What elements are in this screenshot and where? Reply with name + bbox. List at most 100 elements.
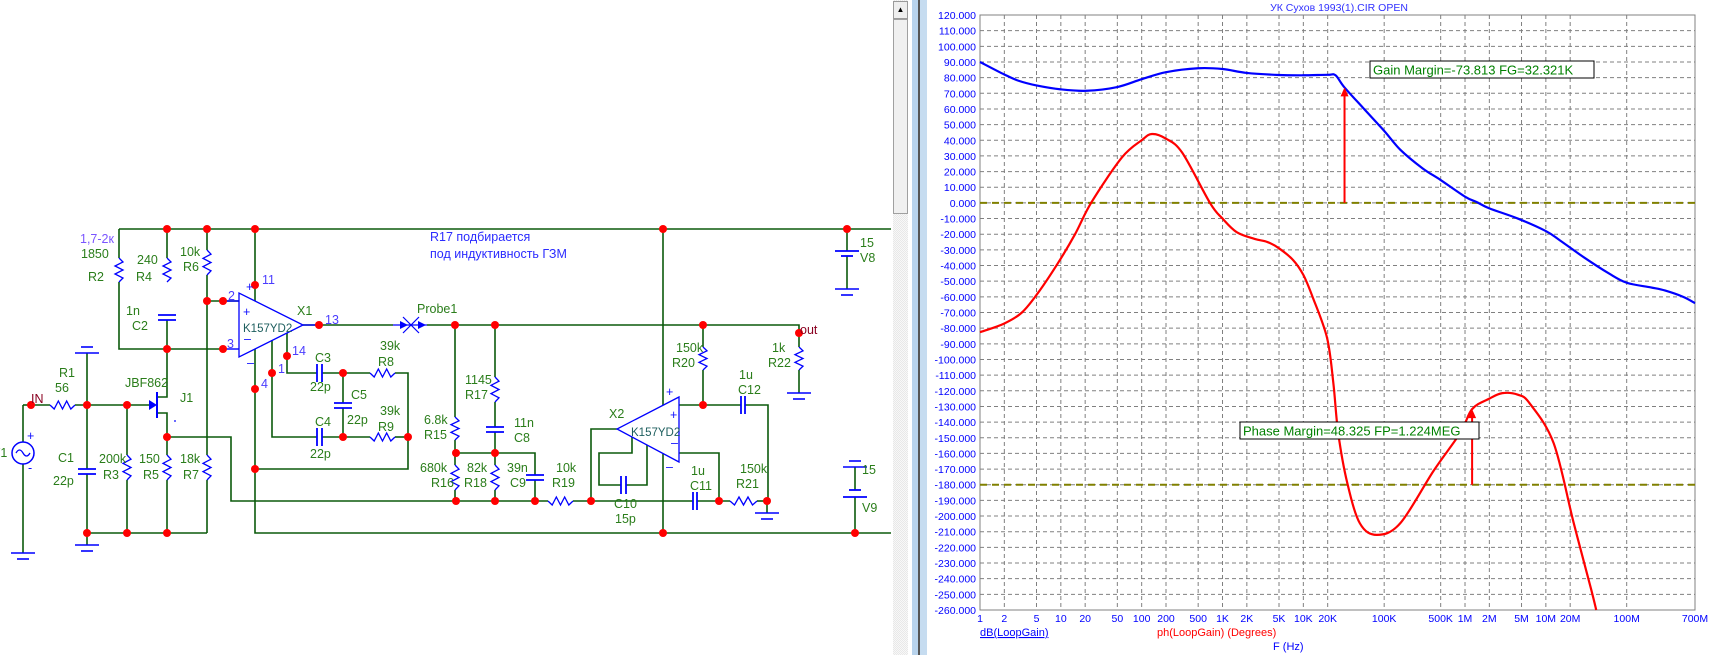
legend-phase[interactable]: ph(LoopGain) (Degrees) [1157,627,1276,639]
legend-gain[interactable]: dB(LoopGain) [980,627,1049,639]
x1-minus-sign: – [244,332,251,346]
r1-name[interactable]: R1 [59,366,75,380]
c2-value[interactable]: 1n [126,304,140,318]
y-tick-label: -110.000 [935,370,976,382]
r8-value[interactable]: 39k [380,339,401,353]
r22-value[interactable]: 1k [772,341,786,355]
scrollbar-thumb[interactable] [893,19,908,214]
j1-name[interactable]: J1 [180,391,193,405]
note-line-1: R17 подбирается [430,230,530,244]
x-tick-label: 10M [1536,613,1556,625]
c11-name[interactable]: C11 [690,479,712,493]
pane-splitter[interactable] [908,0,927,655]
v9-value[interactable]: 15 [862,463,876,477]
r1-value[interactable]: 56 [55,381,69,395]
c11-value[interactable]: 1u [691,464,705,478]
x-tick-label: 1M [1458,613,1473,625]
schematic-vertical-scrollbar[interactable]: ▲ [893,0,908,655]
c9-name[interactable]: C9 [510,476,526,490]
x-tick-label: 10K [1294,613,1313,625]
c1-name[interactable]: C1 [58,451,74,465]
r3-value[interactable]: 200k [99,452,127,466]
c3-name[interactable]: C3 [315,351,331,365]
r6-value[interactable]: 10k [180,245,201,259]
out-net-label[interactable]: out [800,323,818,337]
r21-value[interactable]: 150k [740,462,768,476]
r20-value[interactable]: 150k [676,341,704,355]
c2-name[interactable]: C2 [132,319,148,333]
c9-value[interactable]: 39n [507,461,528,475]
junction-node [268,369,276,377]
r2-name[interactable]: R2 [88,270,104,284]
x1-name[interactable]: X1 [297,304,312,318]
y-tick-label: -130.000 [935,401,977,413]
y-tick-label: 100.000 [938,41,976,53]
j1-model[interactable]: JBF862 [125,376,168,390]
r22-name[interactable]: R22 [768,356,791,370]
y-tick-label: -250.000 [935,589,977,601]
r15-value[interactable]: 6.8k [424,413,448,427]
c8-value[interactable]: 11n [514,416,534,430]
c5-name[interactable]: C5 [351,388,367,402]
r5-value[interactable]: 150 [139,452,160,466]
y-tick-label: 70.000 [944,88,976,100]
probe-name[interactable]: Probe1 [417,302,457,316]
y-tick-label: 30.000 [944,151,976,163]
wire [598,437,633,486]
junction-node [339,369,347,377]
r15-name[interactable]: R15 [424,428,447,442]
resistor-r4 [161,257,173,283]
x-tick-label: 100K [1372,613,1397,625]
r18-value[interactable]: 82k [467,461,488,475]
c4-value[interactable]: 22p [310,447,331,461]
r19-value[interactable]: 10k [556,461,577,475]
r8-name[interactable]: R8 [378,355,394,369]
y-tick-label: -240.000 [935,574,977,586]
x-tick-label: 2M [1482,613,1497,625]
junction-node [659,529,667,537]
r3-name[interactable]: R3 [103,468,119,482]
c10-name[interactable]: C10 [614,497,637,511]
r4-name[interactable]: R4 [136,270,152,284]
schematic-canvas[interactable]: R17 подбирается под индуктивность ГЗМ 1,… [0,0,893,655]
r19-name[interactable]: R19 [552,476,575,490]
r17-value[interactable]: 1145 [465,373,492,387]
r7-name[interactable]: R7 [183,468,199,482]
c5-value[interactable]: 22p [347,413,368,427]
v8-value[interactable]: 15 [860,236,874,250]
r17-name[interactable]: R17 [465,388,488,402]
c12-value[interactable]: 1u [739,368,753,382]
c10-value[interactable]: 15p [615,512,636,526]
junction-node [699,401,707,409]
r18-name[interactable]: R18 [464,476,487,490]
r9-value[interactable]: 39k [380,404,401,418]
r16-value[interactable]: 680k [420,461,448,475]
r2-value[interactable]: 1850 [81,247,109,261]
r21-name[interactable]: R21 [736,477,759,491]
in-net-label[interactable]: IN [31,392,44,406]
r7-value[interactable]: 18k [180,452,201,466]
c12-name[interactable]: C12 [738,383,761,397]
c1-value[interactable]: 22p [53,474,74,488]
jfet-gate-arrow-icon [149,400,157,410]
junction-node [83,529,91,537]
v8-name[interactable]: V8 [860,251,875,265]
resistor-r22 [793,346,805,371]
r16-name[interactable]: R16 [431,476,454,490]
wire [626,445,648,486]
r5-name[interactable]: R5 [143,468,159,482]
c4-name[interactable]: C4 [315,415,331,429]
junction-node [451,321,459,329]
r9-name[interactable]: R9 [378,420,394,434]
scroll-up-button[interactable]: ▲ [893,1,908,19]
c8-name[interactable]: C8 [514,431,530,445]
v1-name[interactable]: V1 [0,446,7,460]
r20-name[interactable]: R20 [672,356,695,370]
x1-plus-sign: + [243,305,250,319]
x2-name[interactable]: X2 [609,407,624,421]
r6-name[interactable]: R6 [183,260,199,274]
c3-value[interactable]: 22p [310,380,331,394]
v9-name[interactable]: V9 [862,501,877,515]
r4-value[interactable]: 240 [137,253,158,267]
x1-pin-13: 13 [325,313,339,327]
